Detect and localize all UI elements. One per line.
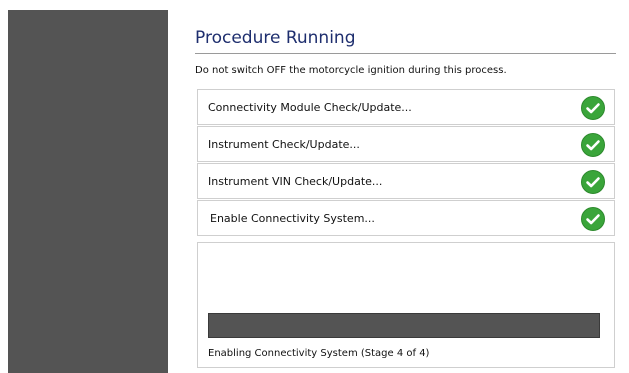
warning-notice: Do not switch OFF the motorcycle ignitio… — [195, 65, 507, 76]
check-circle-icon — [581, 133, 605, 157]
check-circle-icon — [581, 96, 605, 120]
step-enable-connectivity: Enable Connectivity System... — [197, 200, 615, 236]
step-list: Connectivity Module Check/Update... Inst… — [197, 89, 615, 237]
procedure-window: Procedure Running Do not switch OFF the … — [0, 0, 629, 373]
sidebar-panel — [8, 10, 168, 373]
step-instrument-vin: Instrument VIN Check/Update... — [197, 163, 615, 199]
title-divider — [195, 53, 616, 54]
check-circle-icon — [581, 207, 605, 231]
step-instrument: Instrument Check/Update... — [197, 126, 615, 162]
page-title: Procedure Running — [195, 28, 356, 48]
step-label: Enable Connectivity System... — [210, 212, 375, 225]
step-label: Instrument VIN Check/Update... — [208, 175, 383, 188]
progress-bar-fill — [209, 314, 599, 337]
status-text: Enabling Connectivity System (Stage 4 of… — [208, 348, 430, 359]
step-connectivity-module: Connectivity Module Check/Update... — [197, 89, 615, 125]
step-label: Instrument Check/Update... — [208, 138, 360, 151]
check-circle-icon — [581, 170, 605, 194]
status-panel: Enabling Connectivity System (Stage 4 of… — [197, 242, 615, 368]
step-label: Connectivity Module Check/Update... — [208, 101, 412, 114]
progress-bar — [208, 313, 600, 338]
